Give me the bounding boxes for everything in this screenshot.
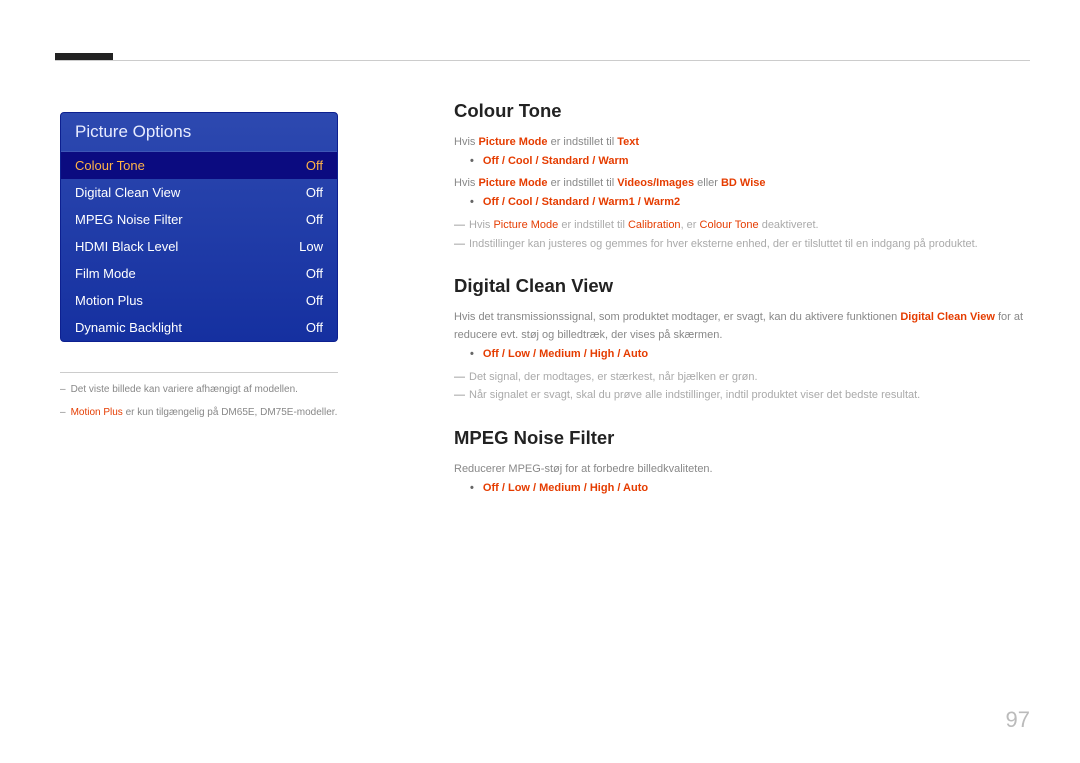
menu-item-value: Off bbox=[306, 158, 323, 173]
text: , er bbox=[681, 219, 700, 231]
footnote-highlight: Motion Plus bbox=[71, 407, 123, 418]
option-list: Off / Low / Medium / High / Auto bbox=[470, 482, 1029, 494]
section-title: Colour Tone bbox=[454, 100, 1029, 122]
section-digital-clean-view: Digital Clean View Hvis det transmission… bbox=[454, 275, 1029, 404]
menu-item-film-mode[interactable]: Film Mode Off bbox=[61, 260, 337, 287]
footnote-2: Motion Plus er kun tilgængelig på DM65E,… bbox=[60, 406, 338, 420]
section-title: Digital Clean View bbox=[454, 275, 1029, 297]
header-accent bbox=[55, 53, 113, 60]
highlight: BD Wise bbox=[721, 177, 766, 189]
text: eller bbox=[694, 177, 721, 189]
option-list: Off / Low / Medium / High / Auto bbox=[470, 348, 1029, 360]
menu-item-hdmi-black-level[interactable]: HDMI Black Level Low bbox=[61, 233, 337, 260]
text: Hvis bbox=[469, 219, 493, 231]
menu-title: Picture Options bbox=[61, 113, 337, 152]
option-list: Off / Cool / Standard / Warm bbox=[470, 155, 1029, 167]
highlight: Videos/Images bbox=[617, 177, 694, 189]
highlight: Colour Tone bbox=[700, 219, 759, 231]
highlight: Picture Mode bbox=[493, 219, 558, 231]
menu-item-label: Colour Tone bbox=[75, 158, 145, 173]
notes: Det signal, der modtages, er stærkest, n… bbox=[454, 368, 1029, 405]
menu-item-label: Film Mode bbox=[75, 266, 136, 281]
menu-item-value: Off bbox=[306, 212, 323, 227]
highlight: Calibration bbox=[628, 219, 681, 231]
note-text: Det signal, der modtages, er stærkest, n… bbox=[454, 368, 1029, 387]
menu-item-label: MPEG Noise Filter bbox=[75, 212, 183, 227]
footnote-text: er kun tilgængelig på DM65E, DM75E-model… bbox=[123, 407, 338, 418]
body-text: Hvis Picture Mode er indstillet til Vide… bbox=[454, 175, 1029, 192]
body-text: Hvis det transmissionssignal, som produk… bbox=[454, 309, 1029, 343]
footnote-1: Det viste billede kan variere afhængigt … bbox=[60, 383, 338, 397]
text: Hvis bbox=[454, 136, 478, 148]
body-text: Reducerer MPEG-støj for at forbedre bill… bbox=[454, 461, 1029, 478]
text: er indstillet til bbox=[548, 177, 618, 189]
body-text: Hvis Picture Mode er indstillet til Text bbox=[454, 134, 1029, 151]
menu-item-colour-tone[interactable]: Colour Tone Off bbox=[61, 152, 337, 179]
highlight: Picture Mode bbox=[478, 177, 547, 189]
menu-item-label: Dynamic Backlight bbox=[75, 320, 182, 335]
note-text: Hvis Picture Mode er indstillet til Cali… bbox=[454, 216, 1029, 235]
section-title: MPEG Noise Filter bbox=[454, 427, 1029, 449]
option-list: Off / Cool / Standard / Warm1 / Warm2 bbox=[470, 196, 1029, 208]
note-text: Indstillinger kan justeres og gemmes for… bbox=[454, 235, 1029, 254]
left-column: Picture Options Colour Tone Off Digital … bbox=[60, 112, 338, 429]
menu-item-mpeg-noise-filter[interactable]: MPEG Noise Filter Off bbox=[61, 206, 337, 233]
highlight: Picture Mode bbox=[478, 136, 547, 148]
header-rule bbox=[55, 60, 1030, 61]
page-number: 97 bbox=[1006, 707, 1030, 733]
section-mpeg-noise-filter: MPEG Noise Filter Reducerer MPEG-støj fo… bbox=[454, 427, 1029, 494]
highlight: Text bbox=[617, 136, 639, 148]
menu-item-dynamic-backlight[interactable]: Dynamic Backlight Off bbox=[61, 314, 337, 341]
right-column: Colour Tone Hvis Picture Mode er indstil… bbox=[454, 100, 1029, 516]
picture-options-menu: Picture Options Colour Tone Off Digital … bbox=[60, 112, 338, 342]
menu-item-value: Off bbox=[306, 293, 323, 308]
note-text: Når signalet er svagt, skal du prøve all… bbox=[454, 386, 1029, 405]
text: Hvis bbox=[454, 177, 478, 189]
text: er indstillet til bbox=[558, 219, 628, 231]
menu-item-value: Off bbox=[306, 185, 323, 200]
menu-item-motion-plus[interactable]: Motion Plus Off bbox=[61, 287, 337, 314]
text: Hvis det transmissionssignal, som produk… bbox=[454, 311, 900, 323]
menu-item-value: Low bbox=[299, 239, 323, 254]
text: deaktiveret. bbox=[759, 219, 819, 231]
menu-item-label: HDMI Black Level bbox=[75, 239, 178, 254]
notes: Hvis Picture Mode er indstillet til Cali… bbox=[454, 216, 1029, 253]
text: er indstillet til bbox=[548, 136, 618, 148]
highlight: Digital Clean View bbox=[900, 311, 995, 323]
menu-item-label: Motion Plus bbox=[75, 293, 143, 308]
menu-item-label: Digital Clean View bbox=[75, 185, 180, 200]
footnotes: Det viste billede kan variere afhængigt … bbox=[60, 372, 338, 420]
menu-item-digital-clean-view[interactable]: Digital Clean View Off bbox=[61, 179, 337, 206]
section-colour-tone: Colour Tone Hvis Picture Mode er indstil… bbox=[454, 100, 1029, 253]
menu-item-value: Off bbox=[306, 266, 323, 281]
menu-item-value: Off bbox=[306, 320, 323, 335]
